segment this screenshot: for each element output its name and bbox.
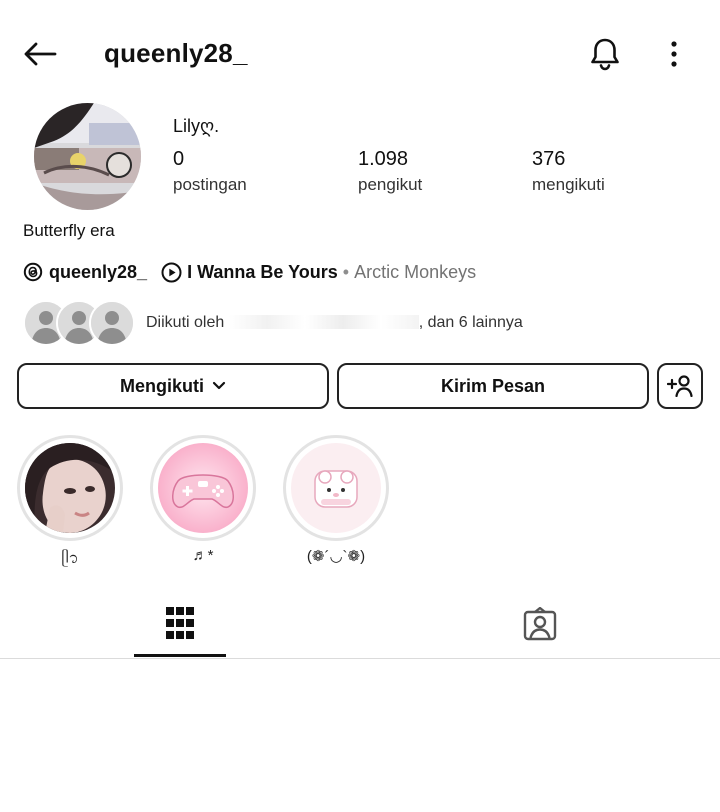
following-stat[interactable]: 376 mengikuti — [532, 148, 605, 195]
posts-count: 0 — [173, 148, 185, 170]
more-vertical-icon — [671, 41, 677, 67]
bell-icon — [591, 38, 619, 71]
threads-link[interactable]: queenly28_ — [23, 262, 147, 283]
default-user-icon — [91, 302, 133, 344]
tab-tagged[interactable] — [494, 595, 586, 659]
suggest-people-button[interactable] — [657, 363, 703, 409]
music-title: I Wanna Be Yours — [187, 261, 338, 282]
avatar-photo — [34, 103, 141, 210]
followed-by-prefix: Diikuti oleh — [146, 314, 225, 331]
following-button[interactable]: Mengikuti — [17, 363, 329, 409]
display-name: Lilyღ. — [173, 116, 220, 136]
highlight-ring — [283, 435, 389, 541]
highlight-label: ᥫ᭡ — [61, 550, 79, 567]
profile-avatar[interactable] — [34, 103, 141, 210]
message-button[interactable]: Kirim Pesan — [337, 363, 649, 409]
following-label: mengikuti — [532, 175, 605, 194]
highlight-ring — [150, 435, 256, 541]
followers-count: 1.098 — [358, 148, 409, 170]
story-highlight[interactable]: ♬* — [150, 435, 256, 564]
tab-posts-grid[interactable] — [134, 595, 226, 659]
mutual-avatars — [23, 300, 135, 346]
top-bar: queenly28_ — [0, 0, 720, 108]
following-count: 376 — [532, 148, 566, 170]
redacted-usernames — [228, 315, 419, 329]
back-button[interactable] — [20, 36, 60, 72]
followers-label: pengikut — [358, 175, 423, 194]
followed-by-suffix: , dan 6 lainnya — [418, 314, 523, 331]
highlight-cover — [158, 443, 248, 533]
notifications-button[interactable] — [585, 34, 625, 74]
mutual-followers[interactable]: Diikuti oleh , dan 6 lainnya — [23, 300, 703, 346]
story-highlight[interactable]: ᥫ᭡ — [17, 435, 123, 574]
followers-stat[interactable]: 1.098 pengikut — [358, 148, 422, 195]
posts-label: postingan — [173, 175, 247, 194]
active-tab-indicator — [134, 654, 226, 657]
profile-username: queenly28_ — [104, 38, 248, 68]
threads-icon — [23, 262, 43, 282]
mutual-followers-text: Diikuti oleh , dan 6 lainnya — [146, 314, 523, 332]
highlight-label: (❁´◡`❁) — [306, 548, 366, 565]
play-circle-icon — [161, 262, 182, 282]
profile-music[interactable]: I Wanna Be Yours • Arctic Monkeys — [161, 262, 476, 283]
mutual-avatar — [89, 300, 135, 346]
highlight-ring — [17, 435, 123, 541]
arrow-left-icon — [24, 42, 57, 66]
tagged-person-icon — [523, 607, 557, 641]
more-options-button[interactable] — [656, 34, 692, 74]
highlight-label: ♬* — [192, 547, 214, 564]
music-artist: Arctic Monkeys — [354, 261, 477, 282]
highlight-cover — [25, 443, 115, 533]
story-highlight[interactable]: (❁´◡`❁) — [283, 435, 389, 565]
profile-links-row: queenly28_ I Wanna Be Yours • Arctic Mon… — [23, 260, 476, 284]
threads-handle: queenly28_ — [49, 261, 148, 282]
add-person-icon — [667, 375, 693, 397]
grid-icon — [166, 607, 194, 639]
posts-stat: 0 postingan — [173, 148, 247, 195]
profile-bio: Butterfly era — [23, 221, 115, 240]
chevron-down-icon — [212, 381, 226, 391]
following-button-label: Mengikuti — [120, 375, 204, 396]
music-separator: • — [342, 261, 350, 282]
message-button-label: Kirim Pesan — [440, 375, 546, 396]
tabs-divider — [0, 658, 720, 659]
highlight-cover — [291, 443, 381, 533]
